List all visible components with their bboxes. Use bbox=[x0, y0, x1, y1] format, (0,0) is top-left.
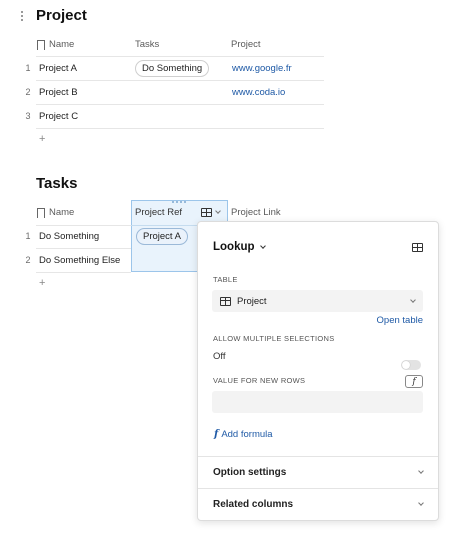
new-rows-value-label: VALUE FOR NEW ROWS bbox=[213, 376, 306, 385]
new-rows-value-input[interactable] bbox=[212, 391, 423, 413]
table-select[interactable]: Project bbox=[212, 290, 423, 312]
header-divider bbox=[36, 225, 131, 226]
row-number: 2 bbox=[25, 255, 31, 265]
table-row-name[interactable]: Project A bbox=[39, 63, 77, 74]
row-number: 2 bbox=[25, 87, 31, 97]
column-header-name[interactable]: Name bbox=[37, 207, 74, 221]
row-divider bbox=[36, 128, 324, 129]
display-column-icon bbox=[37, 39, 45, 53]
header-divider bbox=[36, 56, 324, 57]
allow-multiple-toggle[interactable] bbox=[401, 360, 421, 370]
project-table-title: Project bbox=[36, 7, 87, 24]
table-icon[interactable] bbox=[412, 243, 423, 252]
open-table-link[interactable]: Open table bbox=[377, 315, 423, 326]
row-divider bbox=[36, 248, 131, 249]
table-icon bbox=[220, 296, 231, 306]
chevron-down-icon bbox=[410, 296, 416, 303]
column-header-project-ref[interactable]: Project Ref bbox=[135, 207, 182, 218]
column-drag-handle[interactable] bbox=[172, 201, 186, 204]
add-row-button[interactable]: + bbox=[39, 277, 45, 289]
table-row-name[interactable]: Do Something bbox=[39, 231, 99, 242]
option-settings-section[interactable]: Option settings bbox=[198, 456, 438, 488]
column-type-menu-button[interactable] bbox=[201, 208, 221, 217]
row-number: 3 bbox=[25, 111, 31, 121]
column-settings-panel: Lookup TABLE Project Open table ALLOW MU… bbox=[197, 221, 439, 521]
chevron-down-icon bbox=[418, 468, 424, 474]
chevron-down-icon bbox=[418, 500, 424, 506]
row-number: 1 bbox=[25, 231, 31, 241]
row-divider bbox=[36, 272, 131, 273]
project-link[interactable]: www.google.fr bbox=[232, 63, 292, 74]
formula-icon[interactable]: f bbox=[405, 375, 423, 388]
display-column-icon bbox=[37, 207, 45, 221]
related-columns-section[interactable]: Related columns bbox=[198, 488, 438, 520]
table-row-name[interactable]: Project C bbox=[39, 111, 78, 122]
project-link[interactable]: www.coda.io bbox=[232, 87, 285, 98]
row-divider bbox=[36, 104, 324, 105]
chevron-down-icon bbox=[259, 242, 266, 249]
chevron-down-icon bbox=[215, 208, 221, 214]
section-menu-icon[interactable] bbox=[19, 10, 25, 22]
allow-multiple-value: Off bbox=[213, 351, 226, 362]
column-header-project[interactable]: Project bbox=[231, 39, 261, 50]
column-header-tasks[interactable]: Tasks bbox=[135, 39, 159, 50]
table-label: TABLE bbox=[213, 275, 238, 284]
row-divider bbox=[36, 80, 324, 81]
column-header-project-link[interactable]: Project Link bbox=[231, 207, 281, 218]
project-ref-chip[interactable]: Project A bbox=[136, 228, 189, 245]
row-number: 1 bbox=[25, 63, 31, 73]
table-icon bbox=[201, 208, 212, 217]
formula-icon: f bbox=[214, 429, 219, 440]
table-row-name[interactable]: Project B bbox=[39, 87, 78, 98]
add-formula-button[interactable]: f Add formula bbox=[214, 429, 273, 440]
add-row-button[interactable]: + bbox=[39, 133, 45, 145]
allow-multiple-label: ALLOW MULTIPLE SELECTIONS bbox=[213, 334, 335, 343]
column-header-name[interactable]: Name bbox=[37, 39, 74, 53]
tasks-table-title: Tasks bbox=[36, 175, 78, 192]
table-row-name[interactable]: Do Something Else bbox=[39, 255, 120, 266]
column-type-dropdown[interactable]: Lookup bbox=[213, 241, 266, 253]
task-chip[interactable]: Do Something bbox=[135, 60, 210, 77]
